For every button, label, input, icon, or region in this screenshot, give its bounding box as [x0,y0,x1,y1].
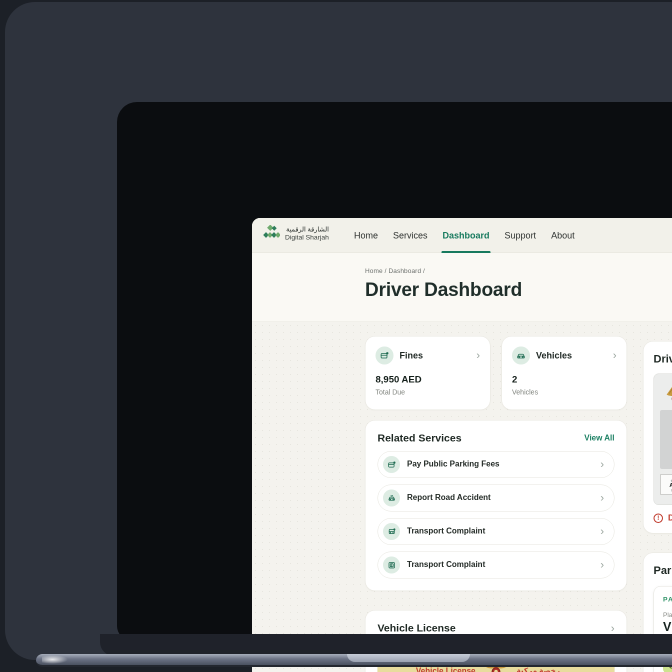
nav-item-about[interactable]: About [551,218,575,253]
stat-cards-row: Fines › 8,950 AED Total Due Vehicles › 2… [365,336,627,410]
logo-text: الشارقة الرقمية Digital Sharjah [285,225,329,241]
laptop-bezel: الشارقة الرقمية Digital Sharjah Home Ser… [117,102,672,672]
chevron-right-icon: › [600,525,604,538]
nav-item-support[interactable]: Support [505,218,537,253]
logo[interactable]: الشارقة الرقمية Digital Sharjah [263,225,329,242]
license-photo-placeholder [660,410,672,469]
bus-complaint-icon [383,523,400,540]
car-icon [512,346,530,365]
driving-license-title: Driving License [653,352,672,366]
breadcrumb[interactable]: Home / Dashboard / [365,267,672,275]
scene: الشارقة الرقمية Digital Sharjah Home Ser… [0,0,672,672]
vehicles-value: 2 [512,374,518,386]
chevron-right-icon: › [600,491,604,504]
service-row-report-road-accident[interactable]: Report Road Accident › [377,484,615,512]
related-services-card: Related Services View All Pay Public Par… [365,420,627,591]
vehicles-label: Vehicles [536,350,573,361]
chevron-right-icon: › [476,349,480,362]
parking-card-icon [383,456,400,473]
nav-item-services[interactable]: Services [393,218,428,253]
app-header: الشارقة الرقمية Digital Sharjah Home Ser… [252,218,672,253]
digital-sharjah-logo-icon [263,225,280,238]
vehicle-license-title: Vehicle License [377,622,456,635]
fines-sublabel: Total Due [375,388,406,396]
service-row-transport-complaint-2[interactable]: Transport Complaint › [377,551,615,579]
fines-card[interactable]: Fines › 8,950 AED Total Due [365,336,491,410]
logo-title-en: Digital Sharjah [285,233,329,241]
nav-item-dashboard[interactable]: Dashboard [441,218,491,253]
related-services-title: Related Services [377,432,462,445]
logo-title-ar: الشارقة الرقمية [286,225,329,233]
licensing-authority-box: سلطة الترخيص ABCD12345 Licensing Authori… [660,474,672,495]
warning-icon: ! [653,513,663,523]
license-expiry-warning: ! Driving license expiring soon [653,513,672,523]
service-row-pay-parking-fees[interactable]: Pay Public Parking Fees › [377,451,615,478]
chevron-right-icon: › [612,349,617,362]
main-nav: Home Services Dashboard Support About [354,218,575,253]
laptop-screen: الشارقة الرقمية Digital Sharjah Home Ser… [252,218,672,672]
left-column: Fines › 8,950 AED Total Due Vehicles › 2… [365,336,627,672]
vehicles-card[interactable]: Vehicles › 2 Vehicles [501,336,627,410]
chevron-right-icon[interactable]: › [611,623,615,634]
plate-label: Plate [663,611,672,619]
service-label: Pay Public Parking Fees [407,460,500,469]
complaint-document-icon [383,556,400,574]
vehicles-sublabel: Vehicles [512,388,539,396]
fines-value: 8,950 AED [375,374,422,386]
chevron-right-icon: › [600,458,604,471]
plate-value: V 95653 [663,620,672,634]
driving-license-document: United Arab Emirates الإمارات العربية ال… [653,373,672,505]
service-label: Report Road Accident [407,493,491,503]
fines-icon [375,346,394,365]
chevron-right-icon: › [600,558,604,571]
right-column: Driving License [643,341,672,672]
fines-label: Fines [399,350,424,361]
driving-license-card: Driving License [643,341,672,534]
car-accident-icon [383,489,400,507]
uae-emblem-icon [666,386,672,401]
page-title: Driver Dashboard [365,279,523,301]
service-label: Transport Complaint [407,527,486,536]
laptop-base [36,654,672,667]
permit-badge: PARKING PERMIT [663,595,672,604]
dashboard-main: Fines › 8,950 AED Total Due Vehicles › 2… [252,322,672,672]
laptop-chin [100,634,672,656]
title-band: Home / Dashboard / Driver Dashboard [252,253,672,322]
laptop-lid-notch [347,654,470,662]
service-row-transport-complaint[interactable]: Transport Complaint › [377,518,615,545]
service-label: Transport Complaint [407,560,486,570]
view-all-link[interactable]: View All [584,434,614,443]
nav-item-home[interactable]: Home [354,218,378,253]
parking-permits-title: Parking Permits [653,564,672,577]
